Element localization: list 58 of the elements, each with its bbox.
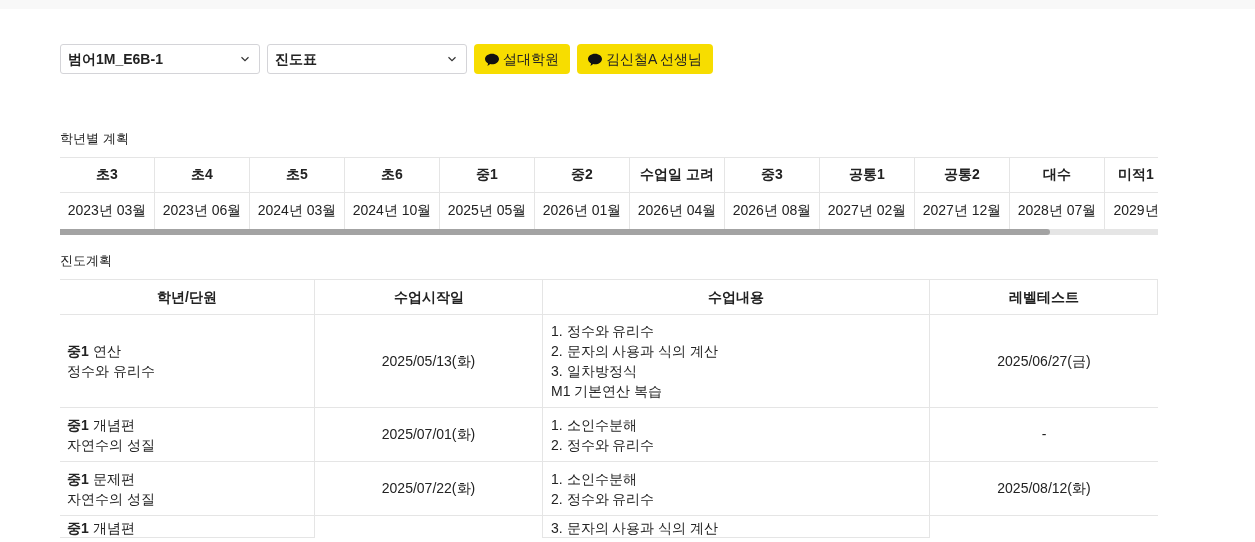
grade-header: 공통1 [820, 157, 914, 193]
unit-topic: 자연수의 성질 [67, 489, 155, 509]
unit-name: 중1 개념편 [67, 415, 135, 435]
lesson-item: 1. 소인수분해 [551, 469, 637, 489]
unit-topic: 자연수의 성질 [67, 435, 155, 455]
grade-header: 초6 [345, 157, 439, 193]
speech-bubble-icon [588, 52, 602, 66]
lesson-item: 2. 정수와 유리수 [551, 435, 655, 455]
chat-button[interactable]: 설대학원 [474, 44, 570, 74]
dropdown-select[interactable]: 진도표 [267, 44, 467, 74]
lesson-item: 2. 정수와 유리수 [551, 489, 655, 509]
lesson-item: 3. 일차방정식 [551, 362, 637, 381]
test-date: 2025/06/27(금) [997, 351, 1091, 371]
grade-date: 2026년 04월 [636, 201, 718, 220]
grade-header: 초5 [250, 157, 344, 193]
grade-header: 중2 [535, 157, 629, 193]
start-date: 2025/07/22(화) [381, 479, 476, 498]
grade-header: 대수 [1010, 157, 1104, 193]
grade-date: 2028년 07월 [1016, 201, 1098, 220]
grade-header: 미적1 [1105, 157, 1158, 193]
column-header: 레벨테스트 [930, 280, 1158, 315]
grade-date: 2024년 10월 [351, 201, 433, 220]
grade-date: 2029년 [1112, 201, 1158, 220]
unit-name: 중1 연산 [67, 342, 121, 361]
grade-date: 2025년 05월 [446, 201, 528, 220]
grade-header: 중3 [725, 157, 819, 193]
dropdown-select[interactable]: 범어1M_E6B-1 [60, 44, 260, 74]
test-date: 2025/08/12(화) [997, 479, 1091, 498]
grade-date: 2027년 12월 [921, 201, 1003, 220]
grade-date: 2026년 01월 [541, 201, 623, 220]
grade-header: 중1 [440, 157, 534, 193]
grade-header: 초4 [155, 157, 249, 193]
lesson-item: M1 기본연산 복습 [551, 382, 663, 401]
test-date: - [1041, 425, 1047, 444]
grade-date: 2026년 08월 [731, 201, 813, 220]
grade-header: 수업일 고려 [630, 157, 724, 193]
start-date: 2025/05/13(화) [381, 351, 476, 371]
grade-header: 초3 [60, 157, 154, 193]
section-title: 학년별 계획 [60, 130, 129, 148]
unit-name: 중1 문제편 [67, 469, 135, 489]
start-date: 2025/07/01(화) [381, 425, 476, 444]
column-header: 학년/단원 [60, 280, 315, 315]
unit-topic: 정수와 유리수 [67, 362, 155, 381]
speech-bubble-icon [485, 52, 499, 66]
section-title: 진도계획 [60, 251, 112, 270]
grade-date: 2024년 03월 [256, 201, 338, 220]
lesson-item: 3. 문자의 사용과 식의 계산 [551, 519, 719, 537]
grade-date: 2023년 06월 [161, 201, 243, 220]
column-header: 수업시작일 [315, 280, 543, 315]
lesson-item: 1. 소인수분해 [551, 415, 637, 435]
grade-header: 공통2 [915, 157, 1009, 193]
lesson-item: 2. 문자의 사용과 식의 계산 [551, 342, 719, 361]
grade-date: 2027년 02월 [826, 201, 908, 220]
chat-button[interactable]: 김신철A 선생님 [577, 44, 714, 74]
column-header: 수업내용 [543, 280, 930, 315]
lesson-item: 1. 정수와 유리수 [551, 322, 655, 341]
grade-date: 2023년 03월 [66, 201, 148, 220]
unit-name: 중1 개념편 [67, 519, 135, 537]
